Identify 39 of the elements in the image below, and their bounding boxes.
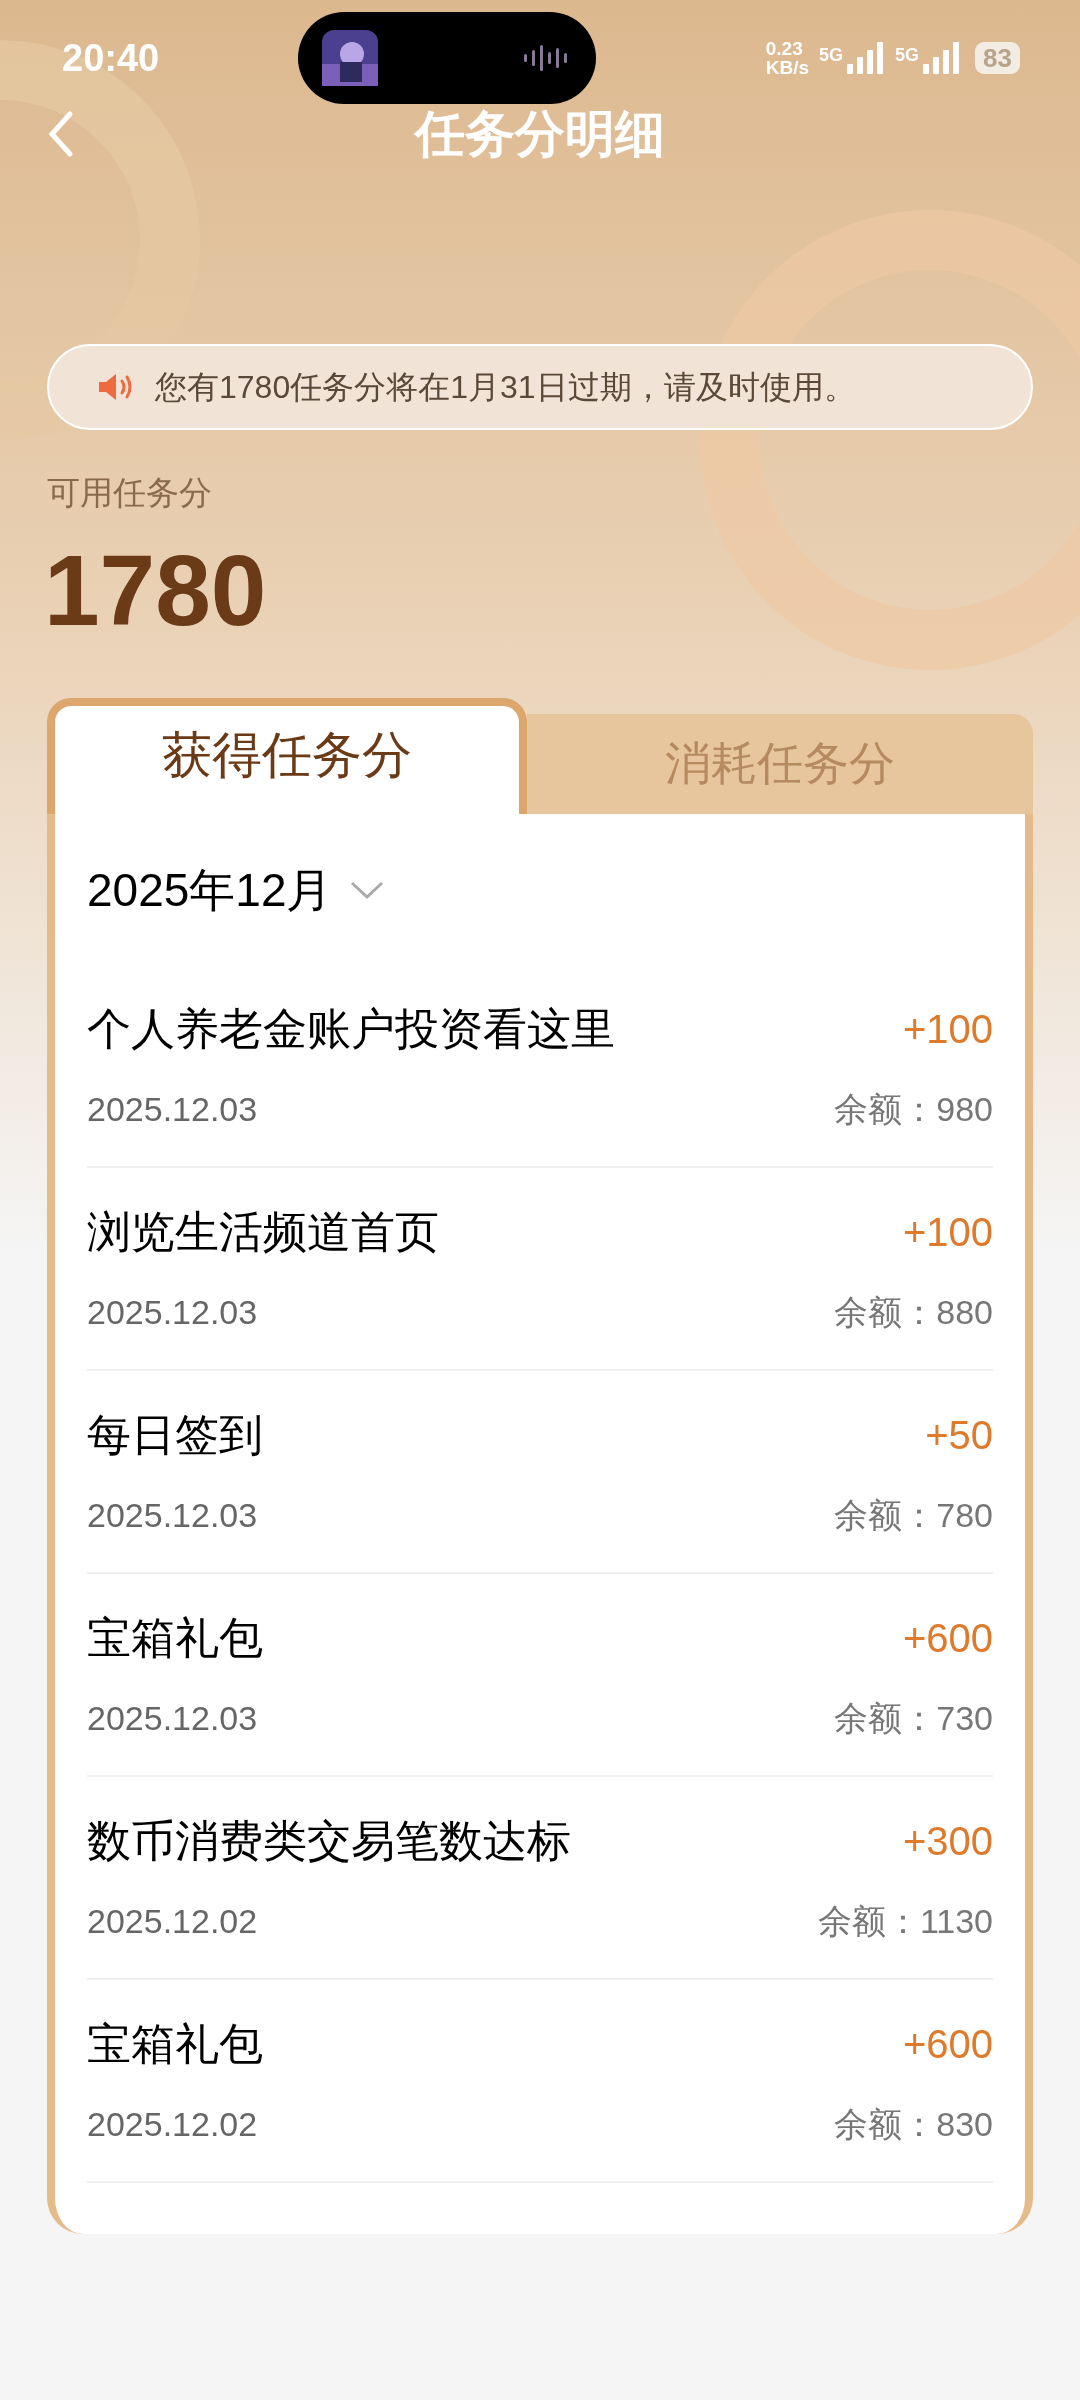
record-amount: +600 [902, 1614, 993, 1662]
tab[interactable]: 获得任务分 [47, 697, 527, 814]
network-speed-unit: KB/s [765, 58, 810, 77]
network-speed-value: 0.23 [765, 39, 804, 58]
record-balance: 余额：780 [834, 1494, 993, 1536]
record-date: 2025.12.03 [87, 1291, 258, 1333]
record-date: 2025.12.03 [87, 1697, 258, 1739]
notice-text: 您有1780任务分将在1月31日过期，请及时使用。 [155, 368, 856, 407]
record-title: 浏览生活频道首页 [87, 1205, 439, 1258]
balance-label: 可用任务分 [47, 473, 212, 513]
record-balance: 余额：980 [834, 1088, 993, 1130]
record-date: 2025.12.03 [87, 1088, 258, 1130]
signal-icon [845, 42, 886, 74]
record-title: 每日签到 [87, 1408, 263, 1461]
record-balance: 余额：1130 [817, 1900, 993, 1942]
record-title: 宝箱礼包 [87, 1611, 263, 1664]
record-date: 2025.12.02 [87, 2103, 258, 2145]
network-type: 5G [819, 44, 844, 67]
record-balance: 余额：880 [834, 1291, 993, 1333]
record-title: 宝箱礼包 [87, 2017, 263, 2070]
signal-icon [921, 42, 962, 74]
page-title: 任务分明细 [415, 104, 665, 164]
record-date: 2025.12.03 [87, 1494, 258, 1536]
month-selector[interactable]: 2025年12月 [87, 855, 385, 925]
battery-indicator: 83 [975, 42, 1020, 74]
record-amount: +100 [902, 1208, 993, 1256]
record-amount: +600 [902, 2020, 993, 2068]
record-balance: 余额：730 [834, 1697, 993, 1739]
record-amount: +100 [902, 1005, 993, 1053]
network-type: 5G [895, 44, 920, 67]
record-amount: +300 [902, 1817, 993, 1865]
record-title: 数币消费类交易笔数达标 [87, 1814, 571, 1867]
record-title: 个人养老金账户投资看这里 [87, 1002, 615, 1055]
status-time: 20:40 [62, 35, 160, 81]
record-balance: 余额：830 [834, 2103, 993, 2145]
record-amount: +50 [925, 1411, 993, 1459]
balance-value: 1780 [44, 539, 267, 640]
chevron-down-icon [348, 880, 385, 900]
record-date: 2025.12.02 [87, 1900, 258, 1942]
